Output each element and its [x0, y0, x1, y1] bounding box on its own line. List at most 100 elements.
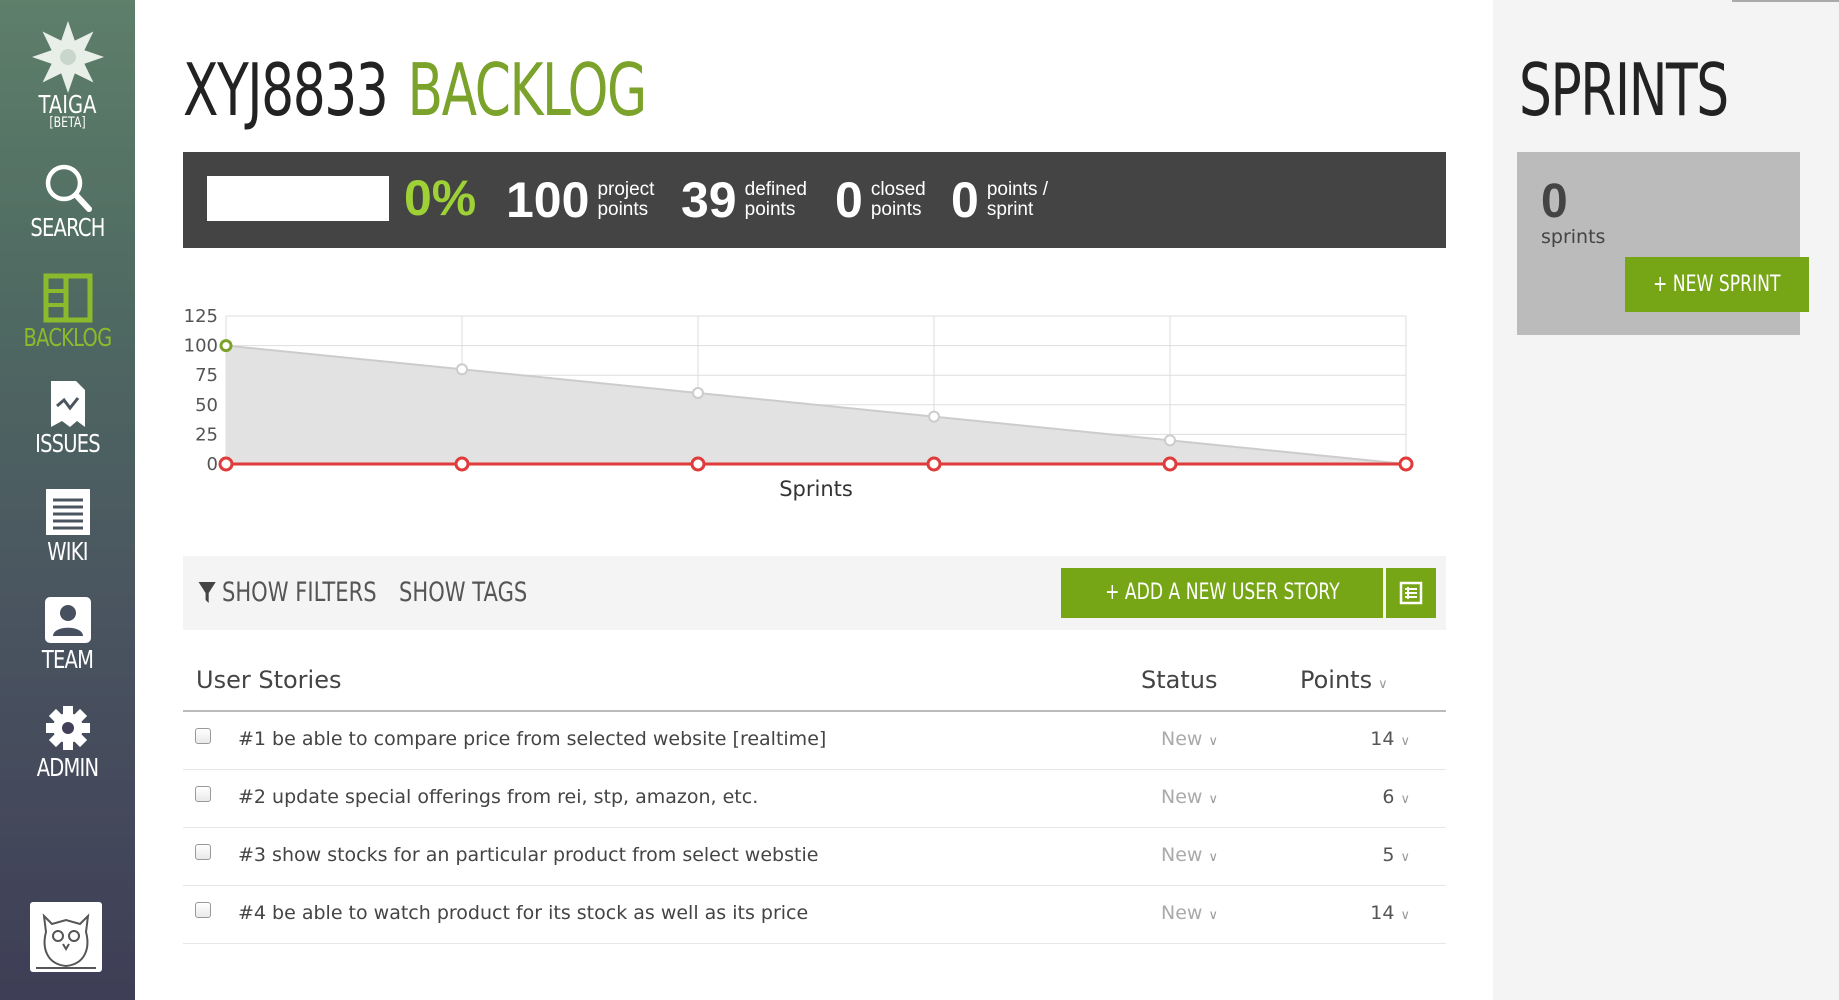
- show-filters-button[interactable]: SHOW FILTERS: [197, 576, 377, 610]
- status-dropdown[interactable]: New ∨: [1161, 844, 1218, 866]
- stat-value: 39: [681, 172, 737, 228]
- taiga-logo[interactable]: TAIGA [BETA]: [0, 20, 135, 130]
- stat-label-line2: points: [744, 199, 796, 220]
- stat-label: project points: [597, 180, 654, 220]
- column-header-points[interactable]: Points ∨: [1300, 666, 1388, 694]
- points-dropdown[interactable]: 14 ∨: [1370, 728, 1410, 750]
- bulk-insert-button[interactable]: [1386, 568, 1436, 618]
- status-dropdown[interactable]: New ∨: [1161, 728, 1218, 750]
- progress-percent: 0%: [404, 170, 477, 226]
- stat-label-line2: points: [870, 199, 922, 220]
- nav-issues-label: ISSUES: [35, 429, 101, 458]
- points-dropdown[interactable]: 14 ∨: [1370, 902, 1410, 924]
- table-row: #1 be able to compare price from selecte…: [183, 712, 1446, 770]
- nav-admin[interactable]: ADMIN: [0, 702, 135, 782]
- gear-icon: [45, 706, 90, 750]
- stat-points-per-sprint: 0 points / sprint: [951, 170, 1048, 230]
- sprint-count-label: sprints: [1541, 226, 1606, 248]
- ideal-point: [692, 386, 704, 399]
- user-avatar[interactable]: [30, 902, 102, 972]
- nav-wiki-label: WIKI: [47, 537, 88, 566]
- stat-project-points: 100 project points: [506, 170, 654, 230]
- row-checkbox[interactable]: [195, 786, 211, 802]
- backlog-summary: 0% 100 project points 39 defined points 0 …: [183, 152, 1446, 248]
- points-dropdown[interactable]: 5 ∨: [1382, 844, 1410, 866]
- status-value: New: [1161, 786, 1203, 808]
- status-value: New: [1161, 728, 1203, 750]
- table-row: #3 show stocks for an particular product…: [183, 828, 1446, 886]
- table-row: #2 update special offerings from rei, st…: [183, 770, 1446, 828]
- row-checkbox[interactable]: [195, 902, 211, 918]
- nav-admin-label: ADMIN: [36, 753, 99, 782]
- new-sprint-label: + NEW SPRINT: [1653, 272, 1781, 297]
- logo-text: TAIGA: [38, 90, 97, 119]
- ideal-point: [219, 339, 233, 353]
- add-user-story-button[interactable]: + ADD A NEW USER STORY: [1061, 568, 1383, 618]
- table-row: #4 be able to watch product for its stoc…: [183, 886, 1446, 944]
- filter-icon: [198, 582, 216, 603]
- row-checkbox[interactable]: [195, 728, 211, 744]
- section-name: BACKLOG: [407, 48, 647, 132]
- status-dropdown[interactable]: New ∨: [1161, 902, 1218, 924]
- points-value: 14: [1370, 728, 1395, 750]
- stat-label: closed points: [871, 180, 926, 220]
- show-tags-button[interactable]: SHOW TAGS: [399, 576, 527, 610]
- y-tick-label: 100: [184, 336, 218, 357]
- burndown-chart: 0 25 50 75 100 125 Sprints: [176, 296, 1446, 506]
- status-value: New: [1161, 902, 1203, 924]
- user-story-title[interactable]: #4 be able to watch product for its stoc…: [238, 902, 808, 924]
- chevron-down-icon: ∨: [1208, 792, 1218, 807]
- stat-label-line2: points: [597, 199, 649, 220]
- add-user-story-label: + ADD A NEW USER STORY: [1104, 580, 1340, 605]
- row-checkbox[interactable]: [195, 844, 211, 860]
- chevron-down-icon: ∨: [1400, 734, 1410, 749]
- filter-bar: SHOW FILTERS SHOW TAGS + ADD A NEW USER …: [183, 556, 1446, 630]
- points-value: 14: [1370, 902, 1395, 924]
- stat-label-line1: closed: [870, 179, 926, 200]
- wiki-icon: [45, 489, 90, 535]
- sprints-panel: SPRINTS 0 sprints + NEW SPRINT: [1493, 0, 1839, 1000]
- actual-point: [1162, 456, 1178, 472]
- actual-point: [690, 456, 706, 472]
- chevron-down-icon: ∨: [1208, 908, 1218, 923]
- points-value: 5: [1382, 844, 1395, 866]
- column-header-status: Status: [1141, 666, 1218, 694]
- actual-point: [454, 456, 470, 472]
- stat-label: points / sprint: [987, 180, 1048, 220]
- nav-team-label: TEAM: [41, 645, 94, 674]
- sprints-title: SPRINTS: [1519, 48, 1729, 132]
- chevron-down-icon: ∨: [1208, 850, 1218, 865]
- points-dropdown[interactable]: 6 ∨: [1382, 786, 1410, 808]
- burndown-chart-svg: 0 25 50 75 100 125 Sprints: [184, 306, 1414, 501]
- issues-icon: [50, 381, 85, 427]
- chevron-down-icon: ∨: [1400, 792, 1410, 807]
- actual-point: [1398, 456, 1414, 472]
- status-dropdown[interactable]: New ∨: [1161, 786, 1218, 808]
- new-sprint-button[interactable]: + NEW SPRINT: [1625, 257, 1809, 312]
- nav-search-label: SEARCH: [30, 213, 105, 242]
- chevron-down-icon: ∨: [1400, 850, 1410, 865]
- sidebar: TAIGA [BETA] SEARCH BACKLOG ISSUES WIKI …: [0, 0, 135, 1000]
- sprints-summary-box: 0 sprints + NEW SPRINT: [1517, 152, 1809, 335]
- chevron-down-icon: ∨: [1400, 908, 1410, 923]
- stat-value: 0: [835, 172, 863, 228]
- nav-team[interactable]: TEAM: [0, 594, 135, 674]
- stat-label-line1: project: [597, 179, 655, 200]
- status-value: New: [1161, 844, 1203, 866]
- nav-backlog[interactable]: BACKLOG: [0, 272, 135, 352]
- y-tick-label: 75: [195, 365, 218, 386]
- stat-defined-points: 39 defined points: [681, 170, 807, 230]
- points-value: 6: [1382, 786, 1395, 808]
- column-header-points-label: Points: [1300, 666, 1373, 694]
- backlog-icon: [43, 273, 92, 323]
- search-icon: [45, 164, 92, 212]
- team-icon: [44, 597, 91, 643]
- user-story-title[interactable]: #1 be able to compare price from selecte…: [238, 728, 826, 750]
- nav-search[interactable]: SEARCH: [0, 162, 135, 242]
- ideal-point: [456, 363, 468, 376]
- nav-issues[interactable]: ISSUES: [0, 378, 135, 458]
- nav-wiki[interactable]: WIKI: [0, 486, 135, 566]
- user-story-title[interactable]: #2 update special offerings from rei, st…: [238, 786, 758, 808]
- user-story-title[interactable]: #3 show stocks for an particular product…: [238, 844, 818, 866]
- progress-bar: [207, 176, 389, 221]
